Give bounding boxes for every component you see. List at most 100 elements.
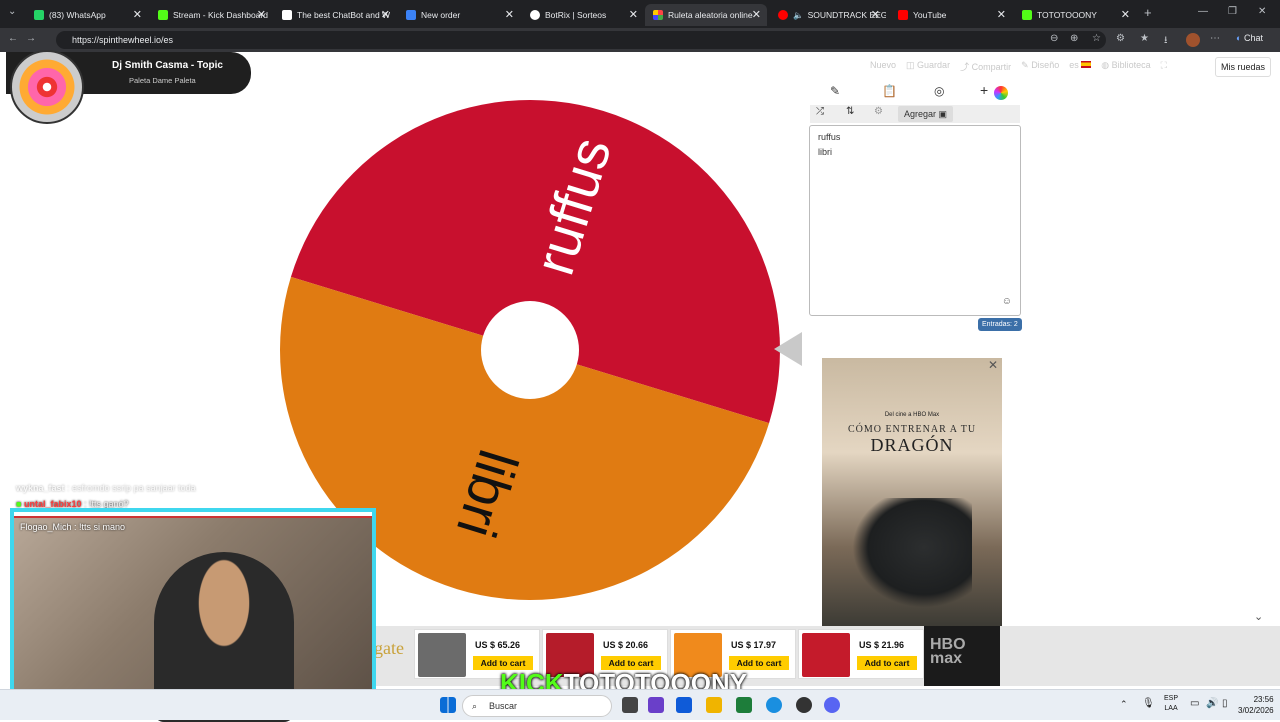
zoom-icon[interactable]: ⊖ (1050, 33, 1058, 44)
entries-textarea[interactable]: ruffus libri ☺ (809, 125, 1021, 316)
color-palette-icon[interactable] (994, 86, 1008, 100)
nav-language-label: es (1069, 60, 1079, 70)
add-to-cart-button[interactable]: Add to cart (857, 656, 917, 670)
edge-icon[interactable] (766, 697, 782, 713)
add-button[interactable]: Agregar ▣ (898, 106, 954, 122)
tab-kick-dashboard[interactable]: Stream - Kick Dashboard ✕ (150, 4, 272, 26)
tab-new-order[interactable]: New order ✕ (398, 4, 520, 26)
nav-library[interactable]: ◍ Biblioteca (1101, 60, 1150, 76)
folder-icon[interactable] (706, 697, 722, 713)
install-icon[interactable]: ⊕ (1070, 33, 1078, 44)
webcam-top-bar (14, 512, 372, 518)
nav-language[interactable]: es (1069, 60, 1092, 76)
tab-tototooony[interactable]: TOTOTOOONY ✕ (1014, 4, 1136, 26)
clock[interactable]: 23:56 3/02/2026 (1238, 694, 1274, 716)
volume-icon[interactable]: 🔊 (1206, 698, 1218, 709)
nav-share[interactable]: ⤴ Compartir (960, 60, 1011, 76)
clipboard-icon[interactable]: 📋 (882, 84, 897, 98)
minimize-icon[interactable]: — (1198, 6, 1208, 17)
excel-icon[interactable] (736, 697, 752, 713)
close-icon[interactable]: ✕ (257, 8, 266, 21)
search-icon: ⌕ (472, 701, 478, 711)
fullscreen-icon[interactable]: ⛶ (1161, 60, 1167, 76)
add-label: Agregar (904, 109, 937, 119)
start-icon[interactable] (440, 697, 456, 713)
app-icon[interactable] (648, 697, 664, 713)
add-icon[interactable]: + (980, 82, 988, 98)
download-icon[interactable]: ⭳ (1164, 33, 1168, 50)
url-input[interactable]: https://spinthewheel.io/es (56, 31, 1106, 49)
product-image (418, 633, 466, 677)
close-icon[interactable]: ✕ (629, 8, 638, 21)
song-title: Dj Smith Casma - Topic (112, 60, 223, 71)
hbo-dragon-ad[interactable]: ✕ Del cine a HBO Max CÓMO ENTRENAR A TU … (822, 358, 1002, 628)
microphone-icon[interactable]: 🎙 (1142, 698, 1155, 709)
tab-youtube[interactable]: YouTube ✕ (890, 4, 1012, 26)
hbo-max-logo[interactable]: HBO max (924, 626, 1000, 686)
save-icon: ◫ (906, 60, 915, 70)
wheel-pointer-icon (774, 332, 802, 366)
extensions-icon[interactable]: ⚙ (1116, 33, 1125, 44)
obs-icon[interactable] (796, 697, 812, 713)
avatar[interactable] (1186, 33, 1200, 47)
close-icon[interactable]: ✕ (988, 358, 998, 372)
lang-layout: LAA (1164, 705, 1178, 712)
back-icon[interactable]: ← (8, 33, 18, 44)
tray-chevron-icon[interactable]: ⌃ (1120, 699, 1128, 710)
settings-icon[interactable]: ⚙ (874, 106, 883, 117)
tab-label: BotRix | Sorteos (545, 10, 607, 20)
close-window-icon[interactable]: ✕ (1258, 6, 1266, 17)
menu-icon[interactable]: ⋯ (1210, 33, 1220, 44)
tab-label: Ruleta aleatoria online (668, 10, 753, 20)
tab-label: TOTOTOOONY (1037, 10, 1097, 20)
tab-label: Stream - Kick Dashboard (173, 10, 268, 20)
youtube-icon (898, 10, 908, 20)
battery-icon[interactable]: ▯ (1222, 698, 1228, 709)
tab-soundtrack[interactable]: 🔈 SOUNDTRACK EEG ✕ (770, 4, 886, 26)
wheel-center[interactable] (481, 301, 579, 399)
search-label: Buscar (489, 701, 518, 711)
close-icon[interactable]: ✕ (1121, 8, 1130, 21)
nav-design[interactable]: ✎ Diseño (1021, 60, 1059, 76)
chat-button[interactable]: ◐ Chat (1236, 33, 1263, 43)
shuffle-icon[interactable]: ⤮ (816, 106, 824, 117)
hide-icon[interactable]: ◎ (934, 84, 944, 98)
speaker-icon: 🔈 (793, 9, 804, 20)
close-icon[interactable]: ✕ (871, 8, 880, 21)
close-icon[interactable]: ✕ (381, 8, 390, 21)
tab-ruleta[interactable]: Ruleta aleatoria online ✕ (645, 4, 767, 26)
tab-chatbot[interactable]: The best ChatBot and W ✕ (274, 4, 396, 26)
pencil-icon: ✎ (1021, 60, 1029, 70)
kick-icon (1022, 10, 1032, 20)
pencil-icon[interactable]: ✎ (830, 84, 840, 98)
my-wheels-button[interactable]: Mis ruedas (1215, 57, 1271, 77)
product-card[interactable]: US $ 21.96 Add to cart (798, 629, 924, 679)
language-indicator[interactable]: ESP LAA (1164, 694, 1178, 714)
order-icon (406, 10, 416, 20)
lang-code: ESP (1164, 695, 1179, 702)
emoji-icon[interactable]: ☺ (1002, 294, 1012, 309)
discord-icon[interactable] (824, 697, 840, 713)
chevron-down-icon[interactable]: ⌄ (1254, 610, 1263, 623)
new-tab-icon[interactable]: + (1144, 5, 1152, 20)
nav-design-label: Diseño (1031, 60, 1060, 70)
forward-icon[interactable]: → (26, 33, 36, 44)
wifi-icon[interactable]: ▭ (1190, 698, 1199, 709)
nav-new[interactable]: Nuevo (870, 60, 896, 76)
close-icon[interactable]: ✕ (133, 8, 142, 21)
restore-icon[interactable]: ❐ (1228, 6, 1237, 17)
taskbar-search[interactable]: ⌕ Buscar (462, 695, 612, 717)
sort-icon[interactable]: ⇅ (846, 106, 854, 117)
store-icon[interactable] (676, 697, 692, 713)
entries-count-badge: Entradas: 2 (978, 318, 1022, 331)
tab-botrix[interactable]: BotRix | Sorteos ✕ (522, 4, 644, 26)
close-icon[interactable]: ✕ (505, 8, 514, 21)
close-icon[interactable]: ✕ (752, 8, 761, 21)
task-view-icon[interactable] (622, 697, 638, 713)
favorites-icon[interactable]: ★ (1140, 33, 1149, 44)
nav-save[interactable]: ◫ Guardar (906, 60, 950, 76)
close-icon[interactable]: ✕ (997, 8, 1006, 21)
tab-search-icon[interactable]: ⌄ (8, 6, 16, 17)
tab-whatsapp[interactable]: (83) WhatsApp ✕ (26, 4, 148, 26)
bookmark-icon[interactable]: ☆ (1092, 33, 1101, 44)
